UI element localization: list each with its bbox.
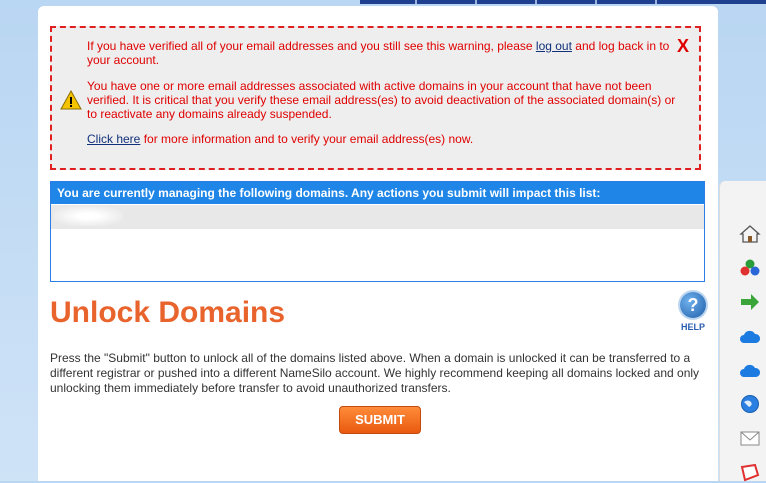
email-verification-warning: X If you have verified all of your email… — [50, 26, 701, 170]
warning-paragraph-1: If you have verified all of your email a… — [87, 39, 677, 67]
page-title: Unlock Domains — [50, 296, 286, 329]
colored-circles-icon[interactable] — [739, 257, 761, 279]
close-warning-button[interactable]: X — [677, 36, 689, 57]
click-here-link[interactable]: Click here — [87, 132, 140, 146]
domain-row — [51, 205, 704, 229]
cloud-icon[interactable] — [739, 360, 761, 382]
managed-domains-header: You are currently managing the following… — [51, 182, 704, 204]
redacted-domain — [53, 206, 123, 226]
green-arrow-icon[interactable] — [739, 291, 761, 313]
cloud-icon[interactable] — [739, 326, 761, 348]
help-label[interactable]: HELP — [677, 322, 709, 332]
managed-domains-box: You are currently managing the following… — [50, 181, 705, 282]
envelope-icon[interactable] — [739, 427, 761, 449]
warning-paragraph-2: You have one or more email addresses ass… — [87, 79, 676, 121]
red-tag-icon[interactable] — [739, 461, 761, 483]
top-nav-bar — [360, 0, 766, 4]
unlock-description: Press the "Submit" button to unlock all … — [50, 351, 700, 395]
log-out-link[interactable]: log out — [536, 39, 572, 53]
help-question-icon[interactable]: ? — [680, 292, 706, 318]
submit-button[interactable]: SUBMIT — [339, 406, 421, 434]
home-icon[interactable] — [739, 223, 761, 245]
help-button[interactable]: ? HELP — [677, 292, 709, 332]
warning-text-3: for more information and to verify your … — [140, 132, 474, 146]
warning-triangle-icon — [60, 90, 82, 110]
warning-text-1: If you have verified all of your email a… — [87, 39, 536, 53]
globe-icon[interactable] — [739, 393, 761, 415]
warning-paragraph-3: Click here for more information and to v… — [87, 132, 677, 146]
right-sidebar — [719, 181, 766, 483]
